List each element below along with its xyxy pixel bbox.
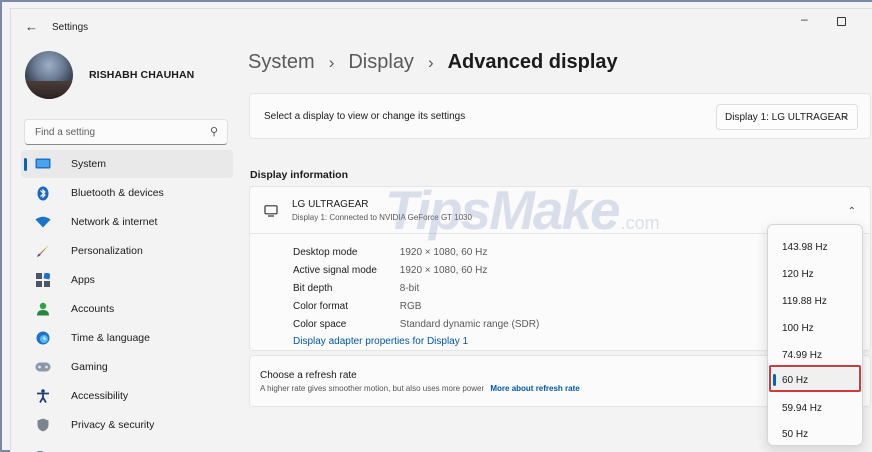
refresh-rate-subtitle: A higher rate gives smoother motion, but… <box>260 384 580 393</box>
sidebar-item-network[interactable]: Network & internet <box>21 208 233 236</box>
refresh-rate-option[interactable]: 143.98 Hz <box>772 235 858 259</box>
sidebar-item-label: Gaming <box>71 361 108 373</box>
shield-icon <box>35 417 51 433</box>
spec-row: Color space Standard dynamic range (SDR) <box>293 319 539 330</box>
maximize-icon[interactable] <box>837 15 846 29</box>
refresh-rate-option-selected[interactable]: 60 Hz <box>772 368 858 392</box>
sidebar-item-system[interactable]: System <box>21 150 233 178</box>
breadcrumb-system[interactable]: System <box>248 51 315 74</box>
page-title: Advanced display <box>447 51 618 73</box>
spec-row: Active signal mode 1920 × 1080, 60 Hz <box>293 265 487 276</box>
chevron-down-icon: ⌄ <box>841 111 849 121</box>
spec-row: Color format RGB <box>293 301 421 312</box>
refresh-rate-title: Choose a refresh rate <box>260 370 357 381</box>
spec-row: Bit depth 8-bit <box>293 283 419 294</box>
settings-window: ← Settings – RISHABH CHAUHAN Find a sett… <box>10 8 872 452</box>
spec-value: 1920 × 1080, 60 Hz <box>399 247 488 258</box>
minimize-icon[interactable]: – <box>801 12 808 26</box>
spec-row: Desktop mode 1920 × 1080, 60 Hz <box>293 247 487 258</box>
sidebar-item-label: Apps <box>71 274 95 286</box>
sidebar-item-apps[interactable]: Apps <box>21 266 233 294</box>
display-select-value: Display 1: LG ULTRAGEAR <box>725 112 849 123</box>
search-placeholder: Find a setting <box>35 127 96 138</box>
refresh-rate-help-link[interactable]: More about refresh rate <box>490 384 579 393</box>
back-arrow-icon[interactable]: ← <box>25 19 38 34</box>
monitor-name: LG ULTRAGEAR <box>292 199 369 210</box>
spec-label: Color space <box>293 319 347 330</box>
refresh-rate-option[interactable]: 59.94 Hz <box>772 396 858 420</box>
refresh-rate-option[interactable]: 100 Hz <box>772 316 858 340</box>
wifi-icon <box>35 214 51 230</box>
sidebar-item-label: Accounts <box>71 303 115 315</box>
sidebar-item-label: Time & language <box>71 332 150 344</box>
brush-icon <box>35 243 51 259</box>
accessibility-icon <box>35 388 51 404</box>
monitor-connection: Display 1: Connected to NVIDIA GeForce G… <box>292 213 472 222</box>
sidebar-item-time-language[interactable]: Time & language <box>21 324 233 352</box>
sidebar-item-label: Network & internet <box>71 216 158 228</box>
breadcrumb-separator: › <box>427 52 434 72</box>
sidebar-item-label: System <box>71 158 107 170</box>
breadcrumb: System › Display › Advanced display <box>248 51 618 74</box>
refresh-rate-option[interactable]: 50 Hz <box>772 422 858 446</box>
spec-value: 8-bit <box>399 283 420 294</box>
profile-name: RISHABH CHAUHAN <box>89 69 195 81</box>
gamepad-icon <box>35 359 51 375</box>
spec-value: Standard dynamic range (SDR) <box>399 319 540 330</box>
search-input[interactable]: Find a setting ⚲ <box>24 119 228 145</box>
sidebar-item-label: Accessibility <box>71 390 129 402</box>
spec-value: 1920 × 1080, 60 Hz <box>399 265 488 276</box>
sidebar-item-gaming[interactable]: Gaming <box>21 353 233 381</box>
sidebar-item-privacy[interactable]: Privacy & security <box>21 411 233 439</box>
display-select-dropdown[interactable]: Display 1: LG ULTRAGEAR ⌄ <box>716 104 858 130</box>
sidebar-item-label: Personalization <box>71 245 143 257</box>
app-title: Settings <box>52 22 89 33</box>
chevron-up-icon[interactable]: ⌃ <box>848 206 856 217</box>
title-bar: ← Settings – <box>11 9 872 45</box>
globe-clock-icon <box>35 330 51 346</box>
search-icon: ⚲ <box>209 126 218 138</box>
avatar <box>25 51 73 99</box>
sidebar-item-accounts[interactable]: Accounts <box>21 295 233 323</box>
spec-value: RGB <box>399 301 422 312</box>
user-profile[interactable]: RISHABH CHAUHAN <box>25 51 195 99</box>
sidebar-item-label: Privacy & security <box>71 419 155 431</box>
spec-label: Color format <box>293 301 349 312</box>
refresh-rate-option[interactable]: 120 Hz <box>772 262 858 286</box>
spec-label: Active signal mode <box>293 265 377 276</box>
sidebar-nav: System Bluetooth & devices Network & int… <box>21 150 233 440</box>
refresh-rate-dropdown-menu: 143.98 Hz 120 Hz 119.88 Hz 100 Hz 74.99 … <box>767 224 863 446</box>
monitor-outline-icon <box>264 205 278 217</box>
spec-label: Bit depth <box>293 283 333 294</box>
person-icon <box>35 301 51 317</box>
sidebar-item-bluetooth[interactable]: Bluetooth & devices <box>21 179 233 207</box>
select-display-card: Select a display to view or change its s… <box>249 93 871 139</box>
sidebar-item-accessibility[interactable]: Accessibility <box>21 382 233 410</box>
apps-icon <box>35 272 51 288</box>
adapter-properties-link[interactable]: Display adapter properties for Display 1 <box>293 336 468 347</box>
refresh-rate-option[interactable]: 119.88 Hz <box>772 289 858 313</box>
breadcrumb-display[interactable]: Display <box>348 51 414 74</box>
refresh-rate-description: A higher rate gives smoother motion, but… <box>260 384 485 393</box>
refresh-rate-option[interactable]: 74.99 Hz <box>772 343 858 367</box>
breadcrumb-separator: › <box>328 52 335 72</box>
sidebar-item-personalization[interactable]: Personalization <box>21 237 233 265</box>
spec-label: Desktop mode <box>293 247 358 258</box>
section-title: Display information <box>250 169 349 181</box>
select-display-label: Select a display to view or change its s… <box>264 111 466 122</box>
bluetooth-icon <box>35 185 51 201</box>
sidebar-item-label: Bluetooth & devices <box>71 187 164 199</box>
monitor-icon <box>35 156 51 172</box>
